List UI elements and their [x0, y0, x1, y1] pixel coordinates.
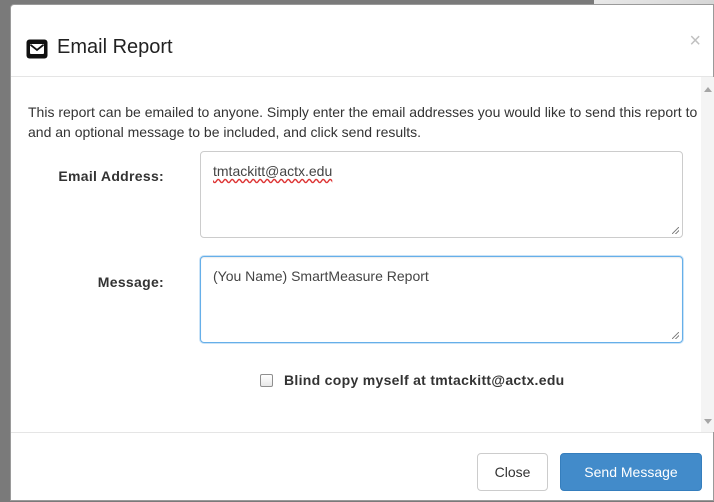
scroll-up-arrow-icon[interactable]: [704, 87, 712, 92]
email-address-label: Email Address:: [58, 168, 164, 184]
blind-copy-label[interactable]: Blind copy myself at tmtackitt@actx.edu: [284, 372, 565, 388]
resize-grip-icon[interactable]: [672, 332, 679, 339]
dialog-title: Email Report: [57, 36, 173, 58]
message-value: (You Name) SmartMeasure Report: [213, 268, 429, 284]
resize-grip-icon[interactable]: [672, 227, 679, 234]
close-icon[interactable]: ×: [689, 31, 701, 51]
dialog-header: Email Report ×: [11, 5, 713, 77]
message-field[interactable]: (You Name) SmartMeasure Report: [200, 256, 683, 343]
close-button[interactable]: Close: [477, 453, 548, 491]
intro-text: This report can be emailed to anyone. Si…: [28, 104, 698, 140]
email-report-dialog: Email Report × This report can be emaile…: [10, 4, 714, 501]
blind-copy-checkbox[interactable]: [260, 373, 273, 387]
dialog-footer: Close Send Message: [11, 432, 713, 502]
scroll-down-arrow-icon[interactable]: [704, 419, 712, 424]
blind-copy-option[interactable]: Blind copy myself at tmtackitt@actx.edu: [260, 371, 565, 389]
email-address-field[interactable]: tmtackitt@actx.edu: [200, 151, 683, 238]
dialog-body: This report can be emailed to anyone. Si…: [11, 77, 714, 432]
email-address-value: tmtackitt@actx.edu: [213, 163, 333, 179]
send-message-button[interactable]: Send Message: [560, 453, 702, 491]
message-label: Message:: [97, 274, 164, 290]
envelope-icon: [26, 39, 48, 59]
